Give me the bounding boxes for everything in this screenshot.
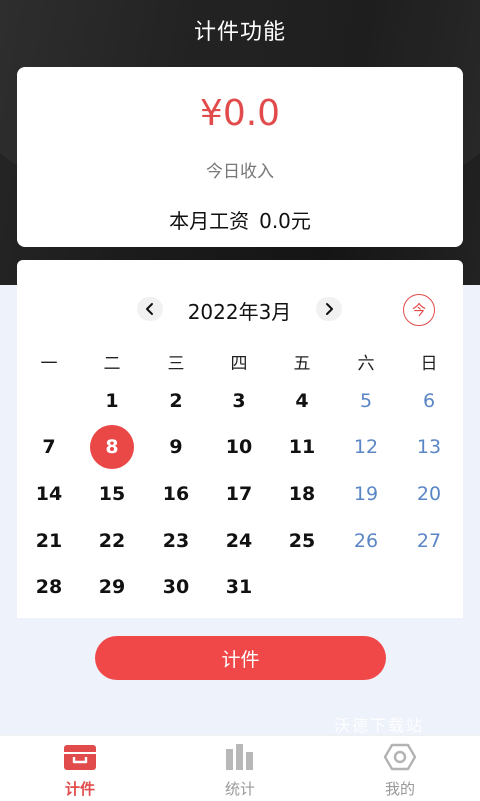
hexagon-icon [382, 740, 418, 774]
count-button[interactable]: 计件 [95, 636, 386, 680]
calendar-day[interactable]: 17 [217, 472, 261, 516]
calendar-days: 1 2 3 4 5 6 7 8 9 10 11 12 13 14 15 16 17 18 19 20 21 22 23 24 2… [17, 260, 463, 618]
calendar-day[interactable]: 26 [344, 519, 388, 563]
calendar-day[interactable]: 3 [217, 379, 261, 423]
today-income-amount: ¥0.0 [199, 93, 281, 134]
calendar-day[interactable]: 1 [90, 379, 134, 423]
calendar-day[interactable]: 22 [90, 519, 134, 563]
calendar-day[interactable]: 2 [154, 379, 198, 423]
calendar-day-selected[interactable]: 8 [90, 425, 134, 469]
calendar-day[interactable]: 30 [154, 565, 198, 609]
tab-statistics-label: 统计 [224, 780, 255, 798]
calendar-day[interactable]: 27 [407, 519, 451, 563]
calendar-day[interactable]: 16 [154, 472, 198, 516]
monthly-salary-value: 0.0元 [259, 209, 311, 233]
tab-mine-label: 我的 [384, 780, 415, 798]
calendar-day[interactable]: 19 [344, 472, 388, 516]
bar-chart-icon [222, 740, 258, 774]
calendar-day[interactable]: 21 [27, 519, 71, 563]
calendar-day[interactable]: 6 [407, 379, 451, 423]
calendar-day[interactable]: 20 [407, 472, 451, 516]
calendar-day[interactable]: 24 [217, 519, 261, 563]
calendar-day[interactable]: 15 [90, 472, 134, 516]
calendar-day[interactable]: 13 [407, 425, 451, 469]
tab-piecework-label: 计件 [64, 780, 95, 798]
tab-piecework[interactable]: 计件 [30, 736, 130, 801]
tab-mine[interactable]: 我的 [350, 736, 450, 801]
calendar-day[interactable]: 25 [280, 519, 324, 563]
calendar-day[interactable]: 7 [27, 425, 71, 469]
calendar-day[interactable]: 23 [154, 519, 198, 563]
calendar-day[interactable]: 31 [217, 565, 261, 609]
calendar-day[interactable]: 9 [154, 425, 198, 469]
calendar-day[interactable]: 14 [27, 472, 71, 516]
calendar-day[interactable]: 18 [280, 472, 324, 516]
calendar-day[interactable]: 12 [344, 425, 388, 469]
watermark-text: 沃德下载站 [334, 716, 425, 735]
today-income-label: 今日收入 [206, 162, 274, 182]
calendar-day[interactable]: 28 [27, 565, 71, 609]
calendar-day[interactable]: 10 [217, 425, 261, 469]
calendar-day[interactable]: 29 [90, 565, 134, 609]
page-title: 计件功能 [193, 20, 286, 45]
bottom-tab-bar: 计件 统计 我的 [0, 735, 480, 801]
calendar-day[interactable]: 5 [344, 379, 388, 423]
piecework-icon [62, 740, 98, 774]
tab-statistics[interactable]: 统计 [190, 736, 290, 801]
calendar-day[interactable]: 11 [280, 425, 324, 469]
monthly-salary: 本月工资 0.0元 [17, 205, 463, 234]
calendar-card: 2022年3月 今 一二三四五六日 1 2 3 4 5 6 7 8 9 10 11 12 13 14 15 1… [17, 260, 463, 618]
calendar-day[interactable]: 4 [280, 379, 324, 423]
income-card: ¥0.0 今日收入 本月工资 0.0元 [17, 67, 463, 247]
monthly-salary-label: 本月工资 [169, 209, 250, 233]
